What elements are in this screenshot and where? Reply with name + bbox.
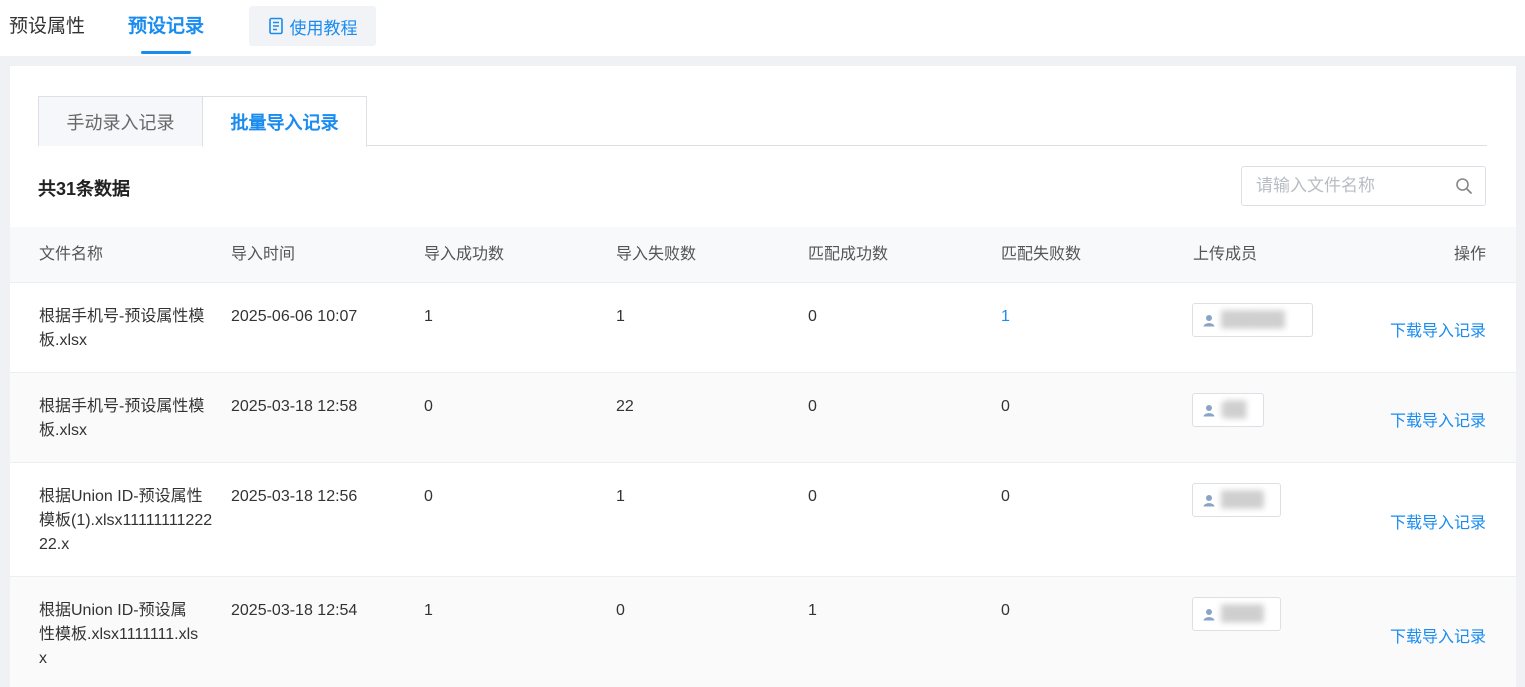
file-name: 根据Union ID-预设属性模板(1).xlsx1111111122222.x (39, 488, 213, 553)
import-time: 2025-03-18 12:58 (231, 398, 358, 415)
search-input[interactable] (1242, 167, 1452, 205)
import-time: 2025-03-18 12:56 (231, 488, 358, 505)
download-import-record-link[interactable]: 下载导入记录 (1390, 407, 1486, 431)
file-name: 根据手机号-预设属性模板.xlsx (39, 398, 205, 439)
download-import-record-link[interactable]: 下载导入记录 (1390, 317, 1486, 341)
download-import-record-link[interactable]: 下载导入记录 (1390, 509, 1486, 533)
match-fail-count: 0 (1001, 602, 1010, 619)
match-success-count: 0 (808, 488, 817, 505)
match-fail-count: 0 (1001, 488, 1010, 505)
col-action: 操作 (1453, 246, 1486, 263)
tab-manual-records[interactable]: 手动录入记录 (38, 96, 203, 146)
search-box (1241, 166, 1486, 206)
tab-preset-records[interactable]: 预设记录 (128, 13, 204, 54)
col-import-time: 导入时间 (231, 246, 296, 263)
table-row: 根据手机号-预设属性模板.xlsx 2025-06-06 10:07 1 1 0… (10, 283, 1516, 373)
file-name: 根据Union ID-预设属性模板.xlsx1111111.xlsx (39, 602, 199, 667)
user-icon (1203, 494, 1215, 506)
import-success-count: 0 (424, 398, 433, 415)
file-name: 根据手机号-预设属性模板.xlsx (39, 308, 205, 349)
user-icon (1203, 314, 1215, 326)
col-import-success: 导入成功数 (424, 246, 505, 263)
col-match-fail: 匹配失败数 (1001, 246, 1082, 263)
tab-batch-import-records[interactable]: 批量导入记录 (202, 96, 367, 147)
col-import-fail: 导入失败数 (616, 246, 697, 263)
uploader-tag: /██ (1192, 393, 1264, 427)
match-success-count: 0 (808, 308, 817, 325)
tutorial-button[interactable]: 使用教程 (249, 6, 376, 46)
import-success-count: 0 (424, 488, 433, 505)
match-success-count: 0 (808, 398, 817, 415)
uploader-tag: ████ (1192, 483, 1281, 517)
import-success-count: 1 (424, 602, 433, 619)
total-count: 共31条数据 (38, 179, 131, 199)
uploader-name: ████ (1221, 491, 1264, 508)
user-icon (1203, 404, 1215, 416)
tutorial-label: 使用教程 (289, 18, 358, 38)
document-icon (268, 17, 283, 35)
uploader-name: /██ (1221, 401, 1247, 418)
import-fail-count: 1 (616, 488, 625, 505)
col-match-success: 匹配成功数 (808, 246, 889, 263)
table-header: 文件名称 导入时间 导入成功数 导入失败数 匹配成功数 匹配失败数 上传成员 操… (10, 227, 1516, 283)
top-nav: 预设属性 预设记录 使用教程 (0, 0, 1525, 56)
records-card: 手动录入记录 批量导入记录 共31条数据 文件名称 导入时间 导入成功数 导入失… (10, 66, 1516, 687)
table-row: 根据手机号-预设属性模板.xlsx 2025-03-18 12:58 0 22 … (10, 373, 1516, 463)
tab-preset-attributes[interactable]: 预设属性 (9, 13, 85, 41)
import-fail-count: 0 (616, 602, 625, 619)
table-row: 根据Union ID-预设属性模板.xlsx1111111.xlsx 2025-… (10, 577, 1516, 687)
sub-tabs: 手动录入记录 批量导入记录 (38, 96, 1487, 147)
col-uploader: 上传成员 (1193, 246, 1258, 263)
import-time: 2025-06-06 10:07 (231, 308, 358, 325)
table-row: 根据Union ID-预设属性模板(1).xlsx1111111122222.x… (10, 463, 1516, 577)
search-icon[interactable] (1455, 177, 1473, 195)
match-success-count: 1 (808, 602, 817, 619)
import-fail-count: 1 (616, 308, 625, 325)
uploader-tag: ██████ (1192, 303, 1313, 337)
import-fail-count: 22 (616, 398, 634, 415)
uploader-name: ██████ (1221, 311, 1285, 328)
download-import-record-link[interactable]: 下载导入记录 (1390, 623, 1486, 647)
user-icon (1203, 608, 1215, 620)
col-file-name: 文件名称 (39, 246, 104, 263)
uploader-name: ████ (1221, 605, 1264, 622)
match-fail-count: 0 (1001, 398, 1010, 415)
import-time: 2025-03-18 12:54 (231, 602, 358, 619)
import-success-count: 1 (424, 308, 433, 325)
uploader-tag: ████ (1192, 597, 1281, 631)
match-fail-count-link[interactable]: 1 (1001, 305, 1010, 329)
